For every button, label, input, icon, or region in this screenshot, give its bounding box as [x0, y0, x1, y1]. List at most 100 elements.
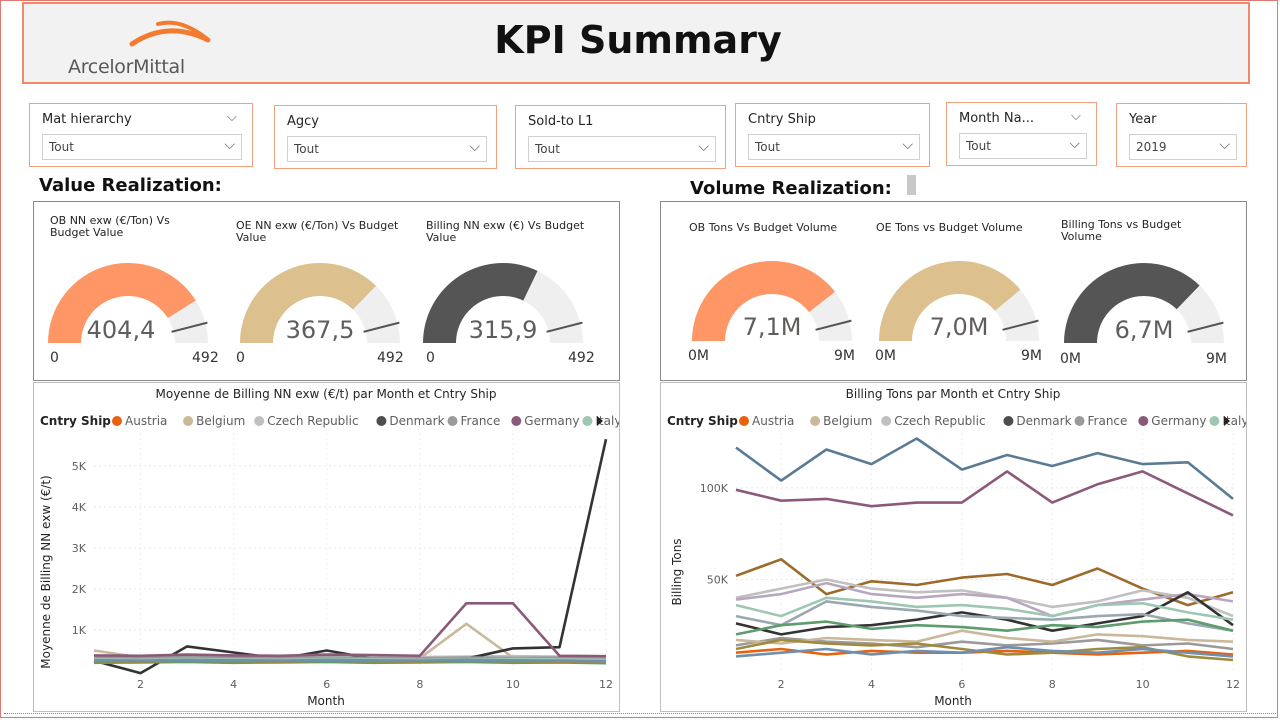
gauge-title-ob-value: OB NN exw (€/Ton) Vs Budget Value: [50, 214, 170, 239]
slicer-sold-to-l1[interactable]: Sold-to L1 Tout ⌵: [515, 105, 726, 169]
y-tick-label: 4K: [72, 501, 87, 514]
slicer-dropdown[interactable]: Tout ⌵: [42, 134, 242, 160]
legend-item: Belgium: [196, 414, 245, 428]
y-tick-label: 2K: [72, 583, 87, 596]
series-line: [735, 437, 1234, 500]
billing-tons-chart[interactable]: Billing Tons par Month et Cntry Ship Cntr…: [660, 382, 1248, 712]
legend-item: Belgium: [823, 414, 872, 428]
legend-marker: [376, 416, 387, 426]
slicer-dropdown[interactable]: Tout ⌵: [528, 136, 716, 162]
legend-marker: [739, 416, 749, 426]
gauge-min-label: 0: [50, 350, 59, 366]
billing-tons-chart-svg: Billing Tons par Month et Cntry Ship Cntr…: [667, 387, 1248, 708]
gauge-value: 7,0M: [930, 313, 989, 341]
x-tick-label: 2: [778, 678, 785, 691]
slicer-agcy[interactable]: Agcy Tout ⌵: [274, 105, 497, 169]
slicer-value: 2019: [1136, 140, 1167, 154]
gauge-billing-value: 315,9 0 492: [423, 263, 595, 366]
gauge-value: 404,4: [87, 316, 156, 344]
chart-legend: Cntry Ship Austria Belgium Czech Republic De…: [667, 414, 1248, 428]
billing-nn-chart-svg: Moyenne de Billing NN exw (€/t) par Mont…: [39, 387, 621, 708]
chart-legend: Cntry Ship Austria Belgium Czech Republic De…: [40, 414, 621, 428]
slicer-dropdown[interactable]: Tout ⌵: [748, 134, 920, 160]
chart-title: Moyenne de Billing NN exw (€/t) par Mont…: [156, 387, 497, 401]
legend-item: Germany: [1151, 414, 1206, 428]
y-tick-label: 50K: [707, 573, 729, 586]
gauge-value: 6,7M: [1115, 316, 1174, 344]
x-tick-label: 4: [868, 678, 875, 691]
slicer-dropdown[interactable]: Tout ⌵: [959, 133, 1087, 159]
slicer-label: Month Na...: [959, 111, 1034, 126]
legend-marker: [447, 416, 458, 426]
gauge-title-oe-volume: OE Tons vs Budget Volume: [876, 221, 1023, 234]
chevron-down-icon: ⌵: [224, 137, 235, 153]
x-tick-label: 2: [137, 678, 144, 691]
slicer-value: Tout: [49, 140, 74, 154]
legend-marker: [1138, 416, 1149, 426]
y-tick-label: 5K: [72, 460, 87, 473]
chevron-down-icon: ⌵: [1219, 137, 1230, 153]
gauge-oe-value: 367,5 0 492: [236, 263, 404, 366]
series-line: [735, 618, 1234, 636]
y-tick-label: 100K: [700, 482, 729, 495]
x-tick-label: 10: [1136, 678, 1150, 691]
gauge-ob-volume: 7,1M 0M 9M: [688, 261, 855, 364]
x-tick-label: 8: [1049, 678, 1056, 691]
legend-item: Czech Republic: [894, 414, 985, 428]
x-tick-label: 10: [506, 678, 520, 691]
chevron-down-icon[interactable]: ⌵: [1071, 109, 1081, 124]
series-line: [735, 470, 1234, 517]
gauge-max-label: 492: [377, 350, 404, 366]
x-tick-label: 6: [323, 678, 330, 691]
value-realization-title: Value Realization:: [39, 175, 222, 196]
gauge-min-label: 0: [236, 350, 245, 366]
legend-item: Denmark: [1016, 414, 1071, 428]
slicer-label: Cntry Ship: [748, 112, 816, 127]
legend-marker: [582, 416, 593, 426]
page-divider: [4, 713, 1276, 714]
billing-nn-chart[interactable]: Moyenne de Billing NN exw (€/t) par Mont…: [33, 382, 621, 712]
series-line: [93, 658, 607, 663]
x-axis-label: Month: [934, 694, 972, 708]
chevron-down-icon: ⌵: [698, 139, 709, 155]
chart-title: Billing Tons par Month et Cntry Ship: [846, 387, 1061, 401]
slicer-month-name[interactable]: Month Na... ⌵ Tout ⌵: [946, 102, 1097, 166]
legend-marker: [1209, 416, 1220, 426]
gauge-max-label: 9M: [834, 348, 855, 364]
slicer-value: Tout: [755, 140, 780, 154]
legend-item: France: [461, 414, 501, 428]
page-title: KPI Summary: [494, 18, 782, 62]
gauge-title-ob-volume: OB Tons Vs Budget Volume: [689, 221, 838, 234]
gauge-title-oe-value: OE NN exw (€/Ton) Vs Budget Value: [236, 219, 399, 244]
series-line: [93, 438, 608, 675]
legend-marker: [183, 416, 194, 426]
x-axis-label: Month: [307, 694, 345, 708]
legend-marker: [881, 416, 892, 426]
slicer-value: Tout: [966, 139, 991, 153]
slicer-cntry-ship[interactable]: Cntry Ship Tout ⌵: [735, 103, 930, 167]
chevron-down-icon: ⌵: [469, 139, 480, 155]
legend-marker: [810, 416, 821, 426]
gauge-min-label: 0M: [688, 348, 709, 364]
gauge-value: 7,1M: [743, 313, 802, 341]
legend-item: Germany: [524, 414, 579, 428]
slicer-dropdown[interactable]: Tout ⌵: [287, 136, 487, 162]
gauge-oe-volume: 7,0M 0M 9M: [875, 260, 1042, 364]
legend-item: Denmark: [389, 414, 444, 428]
slicer-year[interactable]: Year 2019 ⌵: [1116, 103, 1247, 167]
slicer-mat-hierarchy[interactable]: Mat hierarchy ⌵ Tout ⌵: [29, 103, 253, 167]
y-tick-label: 3K: [72, 542, 87, 555]
chevron-down-icon[interactable]: ⌵: [227, 110, 237, 125]
slicer-value: Tout: [294, 142, 319, 156]
scrollbar-handle[interactable]: [907, 175, 916, 195]
y-tick-label: 1K: [72, 624, 87, 637]
slicer-dropdown[interactable]: 2019 ⌵: [1129, 134, 1237, 160]
gauge-title-billing-volume: Billing Tons vs Budget Volume: [1061, 218, 1182, 243]
gauge-title-billing-value: Billing NN exw (€) Vs Budget Value: [426, 219, 585, 244]
x-tick-label: 12: [1226, 678, 1240, 691]
slicer-value: Tout: [535, 142, 560, 156]
slicer-label: Agcy: [287, 114, 319, 129]
legend-marker: [1003, 416, 1014, 426]
gauge-billing-volume: 6,7M 0M 9M: [1060, 263, 1227, 367]
gauge-max-label: 492: [568, 350, 595, 366]
